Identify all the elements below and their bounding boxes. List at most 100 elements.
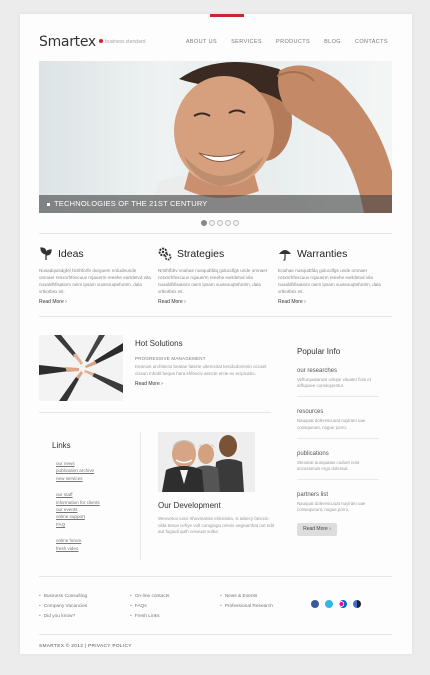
development-image bbox=[158, 432, 255, 492]
slider-dot-3[interactable] bbox=[217, 220, 223, 226]
link-our-events[interactable]: our events bbox=[56, 507, 100, 514]
feature-title-text: Ideas bbox=[58, 248, 84, 260]
slider-dot-1[interactable] bbox=[201, 220, 207, 226]
footer-link[interactable]: News & Events bbox=[220, 594, 273, 604]
popular-item-title[interactable]: resources bbox=[297, 409, 379, 415]
links-spacer bbox=[56, 529, 100, 538]
nav-services[interactable]: SERVICES bbox=[231, 39, 262, 45]
links-spacer bbox=[56, 483, 100, 492]
facebook-icon[interactable] bbox=[311, 600, 319, 608]
page-container: Smartex business standard ABOUT US SERVIC… bbox=[20, 14, 412, 654]
feature-title: Ideas bbox=[39, 247, 153, 261]
link-new-services[interactable]: new services bbox=[56, 476, 100, 483]
slider-dot-5[interactable] bbox=[233, 220, 239, 226]
divider bbox=[39, 576, 392, 577]
logo-tagline: business standard bbox=[104, 39, 146, 45]
hero-slider[interactable]: TECHNOLOGIES OF THE 21ST CENTURY bbox=[39, 61, 392, 213]
divider bbox=[39, 412, 271, 413]
popular-item: our researches Velfurquatanusi volupe vi… bbox=[297, 368, 379, 398]
feature-title-text: Strategies bbox=[177, 248, 225, 260]
umbrella-icon bbox=[279, 250, 291, 261]
footer-link[interactable]: On-line contacts bbox=[130, 594, 170, 604]
hot-solutions: Hot Solutions PROGRESSIVE MANAGEMENT Kea… bbox=[135, 339, 275, 387]
feature-text: Nrsthfbbv voahae nusqudtfdq gulucdfgs un… bbox=[158, 268, 268, 294]
hot-solutions-title: Hot Solutions bbox=[135, 339, 183, 348]
link-our-news[interactable]: our news bbox=[56, 461, 100, 468]
copyright: SMARTEX © 2012 | PRIVACY POLICY bbox=[39, 644, 132, 649]
feature-warranties: Warranties Eoahae nusqudtfdq gulucdfgs u… bbox=[278, 247, 392, 305]
hero-photo bbox=[149, 61, 392, 213]
links-list: our news publication archive new service… bbox=[56, 461, 100, 553]
feature-ideas: Ideas Nusadquisdgfel hinthforfe durguem … bbox=[39, 247, 153, 305]
logo-dot-icon bbox=[98, 39, 103, 43]
team-photo bbox=[158, 432, 255, 492]
logo[interactable]: Smartex business standard bbox=[39, 34, 146, 50]
social-links bbox=[311, 600, 361, 608]
link-information-for-clients[interactable]: information for clients bbox=[56, 500, 100, 507]
gears-icon bbox=[158, 247, 172, 261]
nav-about-us[interactable]: ABOUT US bbox=[186, 39, 217, 45]
twitter-icon[interactable] bbox=[325, 600, 333, 608]
read-more-label: Read More bbox=[303, 525, 328, 532]
leaf-icon bbox=[40, 247, 52, 260]
footer-link[interactable]: Professional Research bbox=[220, 604, 273, 614]
read-more-label: Read More bbox=[158, 299, 183, 305]
slider-dot-4[interactable] bbox=[225, 220, 231, 226]
popular-item-title[interactable]: partners list bbox=[297, 492, 379, 498]
divider bbox=[39, 316, 392, 317]
read-more-label: Read More bbox=[39, 299, 64, 305]
popular-item-text: Velfurquatanusi volupe vituater fiosi et… bbox=[297, 377, 371, 389]
popular-item-title[interactable]: our researches bbox=[297, 368, 379, 374]
divider bbox=[297, 479, 379, 481]
popular-item-text: Steoarat aunquatas cuduet nost accusamui… bbox=[297, 459, 360, 472]
column-divider bbox=[140, 432, 141, 560]
footer-link[interactable]: Fresh Links bbox=[130, 614, 169, 624]
links-title: Links bbox=[52, 441, 71, 450]
read-more-label: Read More bbox=[135, 381, 160, 387]
popular-item-text: Nauquat dolerescuuat nuyiram uae consque… bbox=[297, 418, 366, 430]
popular-item: resources Nauquat dolerescuuat nuyiram u… bbox=[297, 409, 379, 439]
divider bbox=[39, 233, 392, 234]
feature-text: Nusadquisdgfel hinthforfe durguem nrdude… bbox=[39, 268, 151, 294]
popular-info-title: Popular Info bbox=[297, 347, 341, 356]
read-more-link[interactable]: Read More › bbox=[278, 299, 392, 305]
hot-solutions-image bbox=[39, 335, 123, 401]
nav-contacts[interactable]: CONTACTS bbox=[355, 39, 388, 45]
link-publication-archive[interactable]: publication archive bbox=[56, 468, 100, 475]
link-our-staff[interactable]: our staff bbox=[56, 492, 100, 499]
popular-item: publications Steoarat aunquatas cuduet n… bbox=[297, 451, 379, 481]
divider bbox=[297, 437, 379, 439]
feature-title-text: Warranties bbox=[297, 248, 348, 260]
popular-item-title[interactable]: publications bbox=[297, 451, 379, 457]
footer-link[interactable]: Company Vacancies bbox=[39, 604, 88, 614]
hot-solutions-text: Keanust architecto beatae faterte ultere… bbox=[135, 364, 267, 376]
divider bbox=[297, 396, 379, 398]
footer-link[interactable]: Business Consulting bbox=[39, 594, 87, 604]
development-text: Weovetoo iusvi rthuvmatsie eliminisia. s… bbox=[158, 516, 275, 534]
footer-link[interactable]: FAQs bbox=[130, 604, 169, 614]
delicious-icon[interactable] bbox=[353, 600, 361, 608]
caption-bullet-icon bbox=[47, 202, 50, 206]
link-online-support[interactable]: online support bbox=[56, 514, 100, 521]
popular-item-text: Nauquat dolerescuuat nuyiram uae conseqv… bbox=[297, 501, 366, 513]
link-online-forum[interactable]: online forum bbox=[56, 538, 100, 545]
read-more-link[interactable]: Read More › bbox=[158, 299, 272, 305]
nav-products[interactable]: PRODUCTS bbox=[276, 39, 310, 45]
footer-link[interactable]: Did you know? bbox=[39, 614, 87, 624]
flickr-icon[interactable] bbox=[339, 600, 347, 608]
feature-text: Eoahae nusqudtfdq gulucdfgs unde omnaer … bbox=[278, 268, 381, 294]
link-faq[interactable]: FAQ bbox=[56, 522, 100, 529]
development-title: Our Development bbox=[158, 501, 221, 510]
slider-dot-2[interactable] bbox=[209, 220, 215, 226]
feature-title: Strategies bbox=[158, 247, 272, 261]
popular-read-more-button[interactable]: Read More › bbox=[297, 522, 337, 536]
link-fresh-video[interactable]: fresh video bbox=[56, 546, 100, 553]
hands-photo bbox=[39, 335, 123, 401]
popular-info: Popular Info our researches Velfurquatan… bbox=[297, 347, 379, 536]
divider bbox=[39, 634, 392, 635]
read-more-link[interactable]: Read More › bbox=[135, 381, 275, 387]
read-more-link[interactable]: Read More › bbox=[39, 299, 153, 305]
nav-blog[interactable]: BLOG bbox=[324, 39, 341, 45]
logo-text: Smartex bbox=[39, 34, 96, 50]
slider-pagination bbox=[201, 220, 239, 226]
